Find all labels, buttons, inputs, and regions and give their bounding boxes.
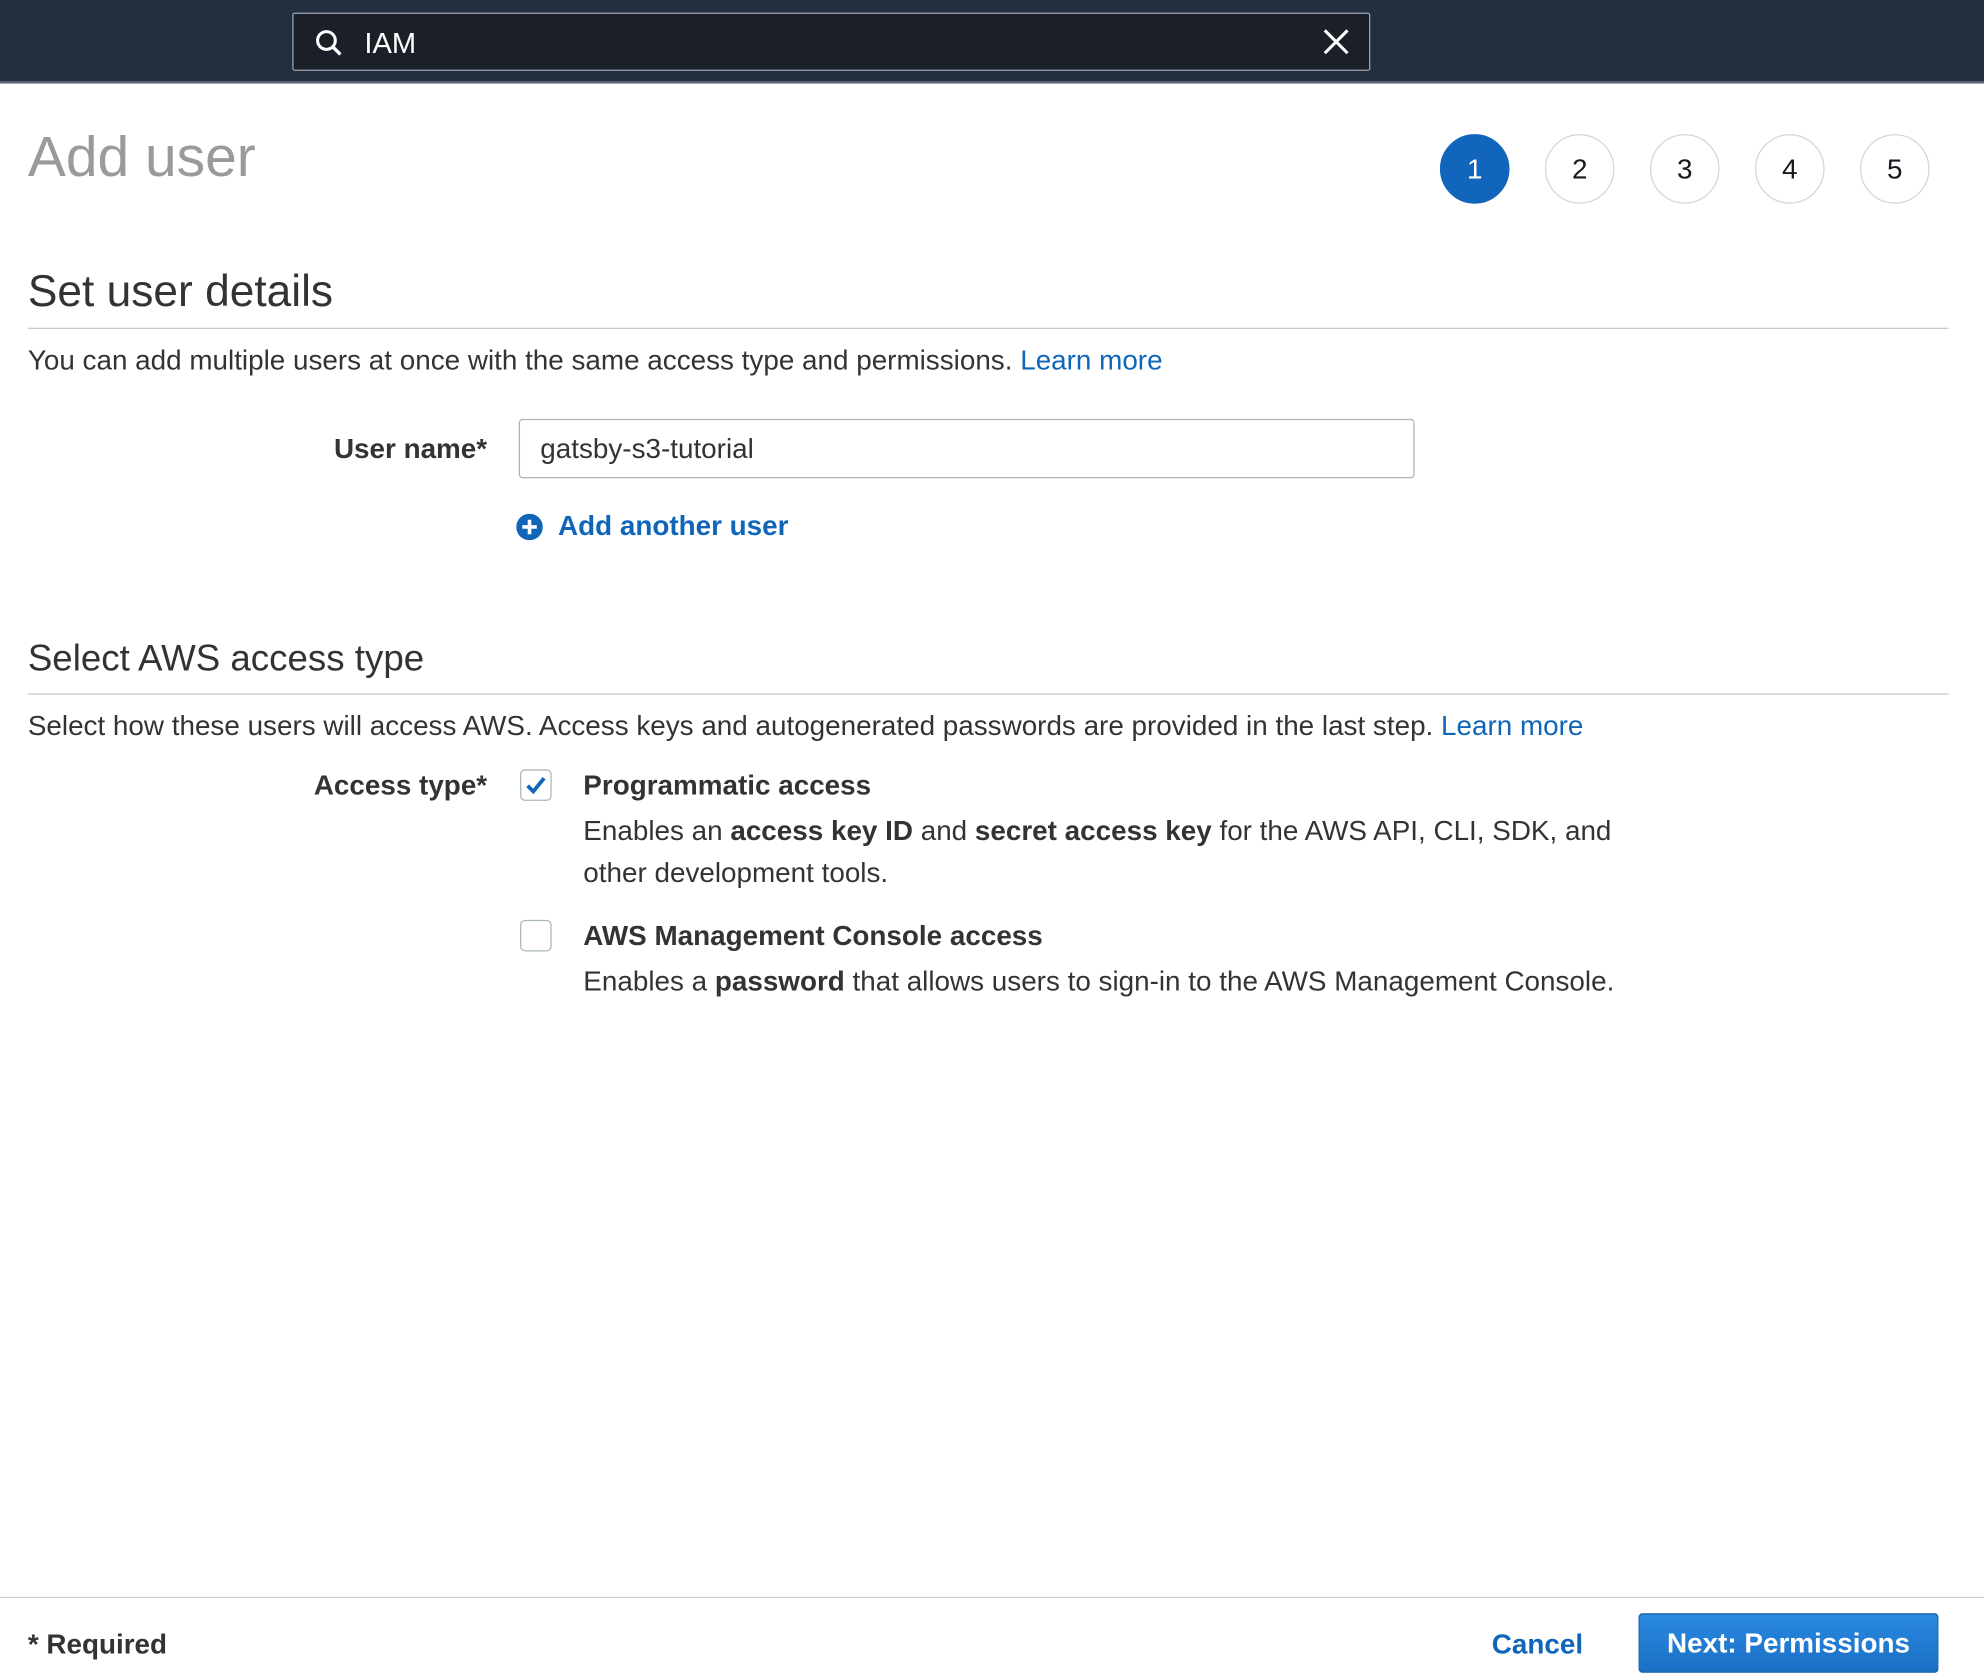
text: Enables an	[583, 814, 731, 847]
plus-circle-icon	[516, 513, 543, 540]
search-icon	[316, 30, 342, 56]
description-text: Select how these users will access AWS. …	[27, 709, 1434, 742]
programmatic-access-checkbox[interactable]	[520, 769, 552, 801]
step-3[interactable]: 3	[1649, 134, 1720, 204]
section-heading-access-type: Select AWS access type	[27, 638, 425, 680]
text-bold: secret access key	[974, 814, 1212, 847]
search-box[interactable]: IAM	[292, 12, 1371, 71]
learn-more-link[interactable]: Learn more	[1441, 710, 1583, 742]
step-4[interactable]: 4	[1754, 134, 1825, 204]
step-5[interactable]: 5	[1859, 134, 1930, 204]
learn-more-link[interactable]: Learn more	[1020, 344, 1162, 376]
required-note: * Required	[27, 1628, 168, 1661]
checkmark-icon	[526, 776, 546, 795]
text: that allows users to sign-in to the AWS …	[844, 965, 1615, 998]
console-access-checkbox[interactable]	[520, 919, 552, 952]
programmatic-access-title: Programmatic access	[583, 769, 872, 801]
top-navigation-bar: IAM	[0, 0, 1984, 84]
description-text: You can add multiple users at once with …	[27, 344, 1013, 376]
page-title: Add user	[27, 123, 256, 189]
text-bold: password	[714, 965, 845, 998]
console-access-title: AWS Management Console access	[583, 919, 1043, 952]
access-type-label: Access type*	[313, 769, 488, 801]
search-input[interactable]: IAM	[364, 27, 416, 61]
divider	[27, 693, 1949, 695]
add-user-page: IAM Add user 1 2 3 4 5 Set user details …	[0, 0, 1984, 1680]
add-another-user-label: Add another user	[557, 509, 789, 542]
add-another-user-button[interactable]: Add another user	[516, 510, 788, 543]
text-bold: access key ID	[730, 814, 913, 847]
text: Enables a	[583, 965, 715, 998]
user-details-description: You can add multiple users at once with …	[28, 344, 1163, 377]
programmatic-access-description: Enables an access key ID and secret acce…	[583, 810, 1659, 894]
step-1: 1	[1439, 134, 1510, 204]
section-heading-user-details: Set user details	[27, 266, 334, 317]
divider	[27, 327, 1949, 329]
step-2[interactable]: 2	[1544, 134, 1615, 204]
text: and	[912, 814, 975, 847]
cancel-button[interactable]: Cancel	[1492, 1628, 1583, 1661]
user-name-label: User name*	[333, 432, 488, 465]
footer-divider	[0, 1596, 1984, 1599]
clear-search-icon[interactable]	[1322, 28, 1350, 56]
console-access-description: Enables a password that allows users to …	[583, 960, 1848, 1002]
next-permissions-button[interactable]: Next: Permissions	[1638, 1613, 1939, 1673]
user-name-input[interactable]	[518, 418, 1415, 479]
access-type-description: Select how these users will access AWS. …	[28, 710, 1584, 743]
